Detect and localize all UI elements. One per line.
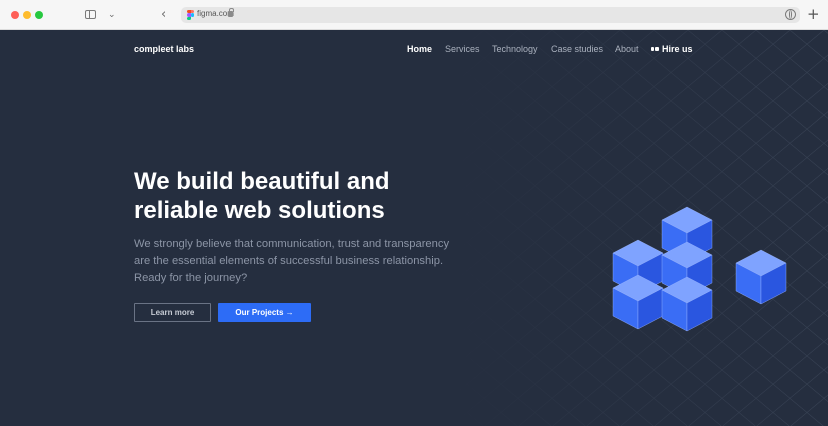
headline-line-1: We build beautiful and — [134, 168, 390, 195]
headline-line-2: reliable web solutions — [134, 197, 385, 224]
minimize-window-icon[interactable] — [23, 11, 31, 19]
sidebar-toggle-icon[interactable] — [85, 10, 96, 19]
hire-us-link[interactable]: Hire us — [651, 44, 693, 54]
address-bar[interactable]: figma.com — [181, 7, 800, 23]
hero-subtext: We strongly believe that communication, … — [134, 236, 474, 287]
browser-toolbar: ⌄ ‹ figma.com + — [0, 0, 828, 30]
new-tab-plus-icon[interactable]: + — [807, 5, 820, 23]
chevron-down-icon[interactable]: ⌄ — [108, 10, 116, 20]
nav-services[interactable]: Services — [445, 44, 480, 54]
subtext-line-2: are the essential elements of successful… — [134, 255, 444, 267]
learn-more-button[interactable]: Learn more — [134, 303, 211, 322]
subtext-line-3: Ready for the journey? — [134, 272, 248, 284]
maximize-window-icon[interactable] — [35, 11, 43, 19]
site-logo[interactable]: compleet labs — [134, 44, 194, 54]
our-projects-button[interactable]: Our Projects → — [218, 303, 311, 322]
cubes-illustration — [612, 206, 787, 332]
nav-technology[interactable]: Technology — [492, 44, 538, 54]
lock-icon — [228, 8, 234, 17]
nav-about[interactable]: About — [615, 44, 639, 54]
close-window-icon[interactable] — [11, 11, 19, 19]
subtext-line-1: We strongly believe that communication, … — [134, 238, 450, 250]
hero-headline: We build beautiful and reliable web solu… — [134, 167, 464, 225]
handshake-icon — [651, 46, 659, 52]
nav-home[interactable]: Home — [407, 44, 432, 54]
website-page: compleet labs Home Services Technology C… — [0, 30, 828, 426]
hire-us-label: Hire us — [662, 44, 693, 54]
translate-icon[interactable] — [785, 9, 796, 20]
figma-favicon-icon — [187, 10, 194, 20]
back-arrow-icon[interactable]: ‹ — [161, 7, 166, 22]
nav-case-studies[interactable]: Case studies — [551, 44, 603, 54]
